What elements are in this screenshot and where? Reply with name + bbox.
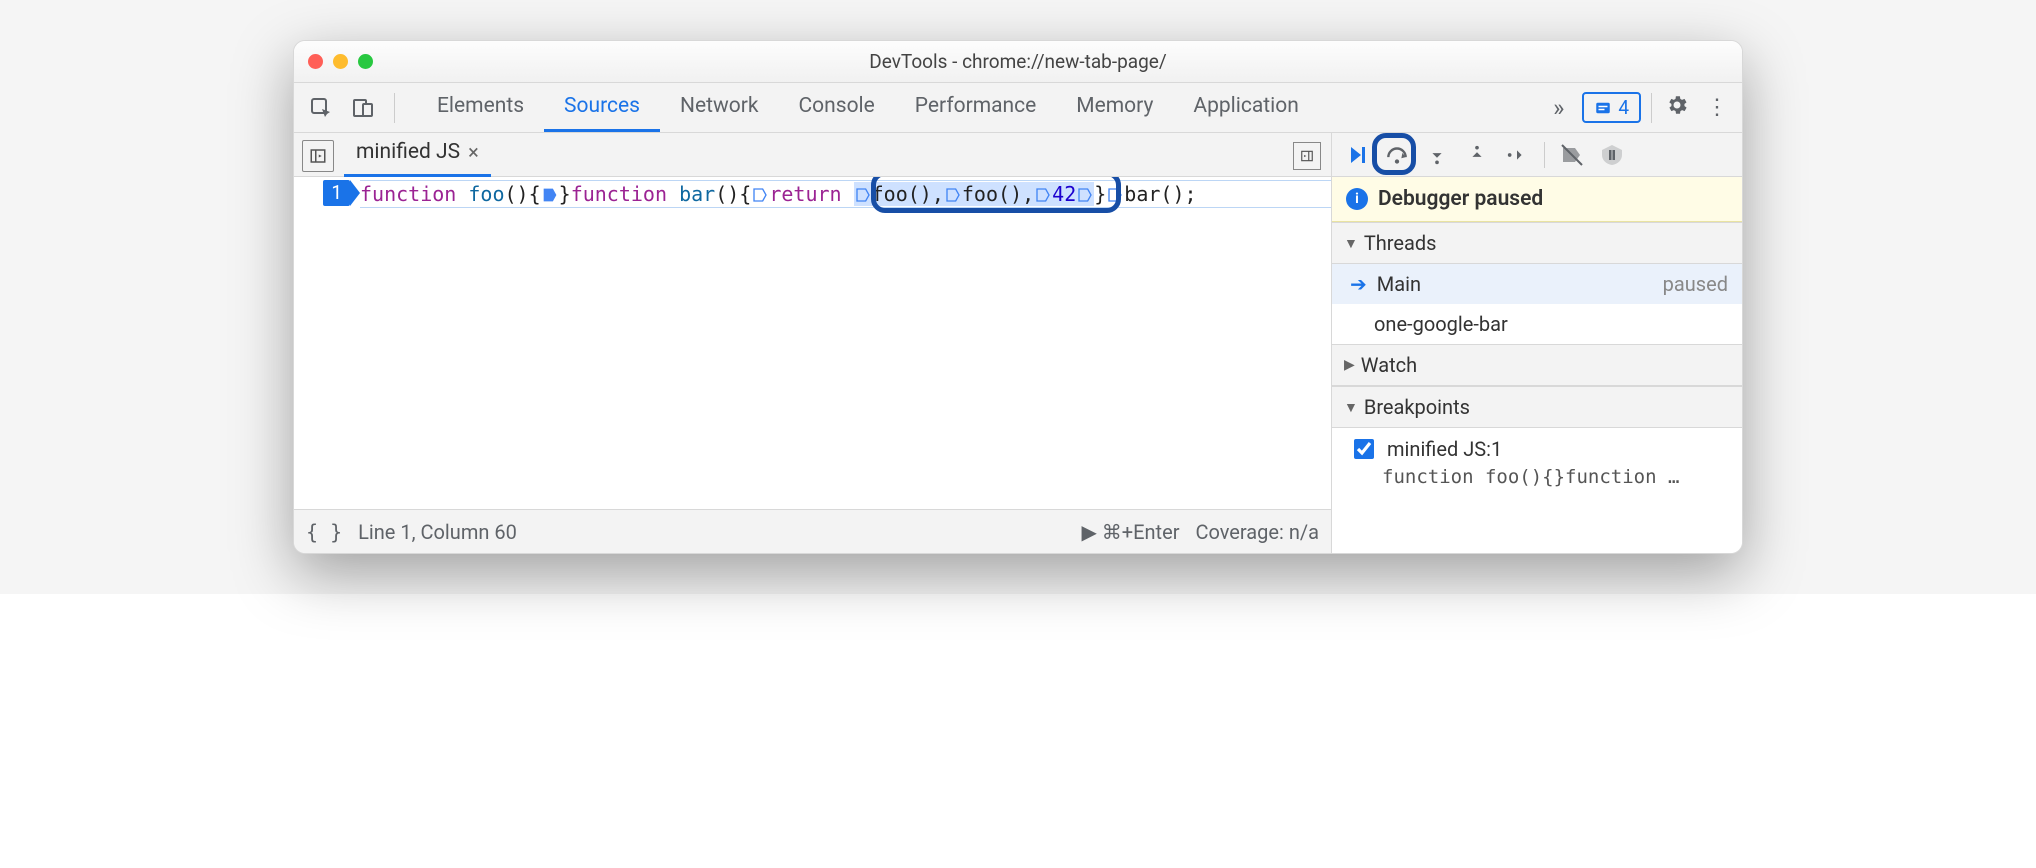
run-snippet-button[interactable]: ▶ ⌘+Enter (1081, 520, 1179, 544)
statusbar: { } Line 1, Column 60 ▶ ⌘+Enter Coverage… (294, 509, 1331, 553)
tab-application[interactable]: Application (1173, 83, 1318, 132)
show-debugger-icon[interactable] (1293, 142, 1321, 170)
zoom-window-button[interactable] (358, 54, 373, 69)
threads-section-header[interactable]: ▼ Threads (1332, 222, 1742, 264)
file-tabbar: minified JS × (294, 133, 1331, 177)
show-navigator-icon[interactable] (302, 140, 334, 172)
file-tab-name: minified JS (356, 140, 460, 164)
breakpoint-marker-icon[interactable] (1107, 187, 1123, 203)
pretty-print-icon[interactable]: { } (306, 520, 342, 544)
code[interactable]: function foo(){}function bar(){return fo… (354, 177, 1331, 509)
token-keyword: function (571, 182, 667, 206)
toolbar-divider (1544, 142, 1545, 168)
resume-icon[interactable] (1340, 138, 1374, 172)
breakpoint-row[interactable]: minified JS:1 (1332, 428, 1742, 466)
debugger-paused-label: Debugger paused (1378, 187, 1543, 211)
breakpoint-marker-icon[interactable] (945, 187, 961, 203)
breakpoint-preview: function foo(){}function … (1332, 466, 1742, 498)
inspect-element-icon[interactable] (304, 91, 338, 125)
issues-count: 4 (1618, 96, 1629, 119)
breakpoint-marker-icon[interactable] (855, 187, 871, 203)
info-icon: i (1346, 188, 1368, 210)
tab-sources[interactable]: Sources (544, 83, 660, 132)
disclosure-triangle-icon: ▼ (1344, 399, 1358, 416)
token-keyword: function (360, 182, 456, 206)
pause-on-exceptions-icon[interactable] (1595, 138, 1629, 172)
token-identifier: foo (468, 182, 504, 206)
file-tab[interactable]: minified JS × (344, 132, 491, 177)
minimize-window-button[interactable] (333, 54, 348, 69)
step-out-icon[interactable] (1460, 138, 1494, 172)
breakpoint-marker-icon[interactable] (752, 187, 768, 203)
devtools-window: DevTools - chrome://new-tab-page/ Elemen… (293, 40, 1743, 554)
coverage-label: Coverage: n/a (1195, 520, 1319, 544)
breakpoint-marker-icon[interactable] (1035, 187, 1051, 203)
window-controls (308, 54, 373, 69)
thread-status: paused (1663, 272, 1728, 296)
content: minified JS × 1 function foo(){}function… (294, 133, 1742, 553)
deactivate-breakpoints-icon[interactable] (1555, 138, 1589, 172)
token-identifier: foo (962, 182, 998, 206)
debug-pane: i Debugger paused ▼ Threads ➔ Main pause… (1332, 133, 1742, 553)
editor-pane: minified JS × 1 function foo(){}function… (294, 133, 1332, 553)
device-toolbar-icon[interactable] (346, 91, 380, 125)
settings-icon[interactable] (1662, 93, 1692, 123)
debug-toolbar (1332, 133, 1742, 177)
more-options-icon[interactable]: ⋮ (1702, 95, 1732, 120)
thread-label: one-google-bar (1374, 312, 1508, 336)
window-title: DevTools - chrome://new-tab-page/ (294, 50, 1742, 73)
tab-memory[interactable]: Memory (1056, 83, 1173, 132)
toolbar-divider (1651, 93, 1652, 123)
more-tabs-icon[interactable]: » (1545, 94, 1572, 122)
tab-performance[interactable]: Performance (895, 83, 1056, 132)
watch-section-header[interactable]: ▶ Watch (1332, 344, 1742, 386)
token-identifier: bar (1124, 182, 1160, 206)
titlebar: DevTools - chrome://new-tab-page/ (294, 41, 1742, 83)
current-thread-arrow-icon: ➔ (1350, 272, 1367, 296)
issues-badge[interactable]: 4 (1582, 92, 1641, 123)
tab-console[interactable]: Console (778, 83, 894, 132)
breakpoints-section-header[interactable]: ▼ Breakpoints (1332, 386, 1742, 428)
token-keyword: return (769, 182, 841, 206)
gutter: 1 (294, 177, 354, 509)
issues-icon (1594, 99, 1612, 117)
tab-elements[interactable]: Elements (417, 83, 544, 132)
debugger-paused-banner: i Debugger paused (1332, 177, 1742, 222)
tab-network[interactable]: Network (660, 83, 779, 132)
breakpoint-marker-icon[interactable] (1077, 187, 1093, 203)
main-toolbar: Elements Sources Network Console Perform… (294, 83, 1742, 133)
breakpoint-label: minified JS:1 (1387, 437, 1502, 461)
disclosure-triangle-icon: ▶ (1344, 357, 1355, 373)
toolbar-right: » 4 ⋮ (1545, 92, 1732, 123)
thread-label: Main (1377, 272, 1421, 296)
token-number: 42 (1052, 182, 1076, 206)
thread-row[interactable]: ➔ Main paused (1332, 264, 1742, 304)
toolbar-divider (394, 93, 395, 123)
close-icon[interactable]: × (468, 140, 479, 164)
code-area[interactable]: 1 function foo(){}function bar(){return … (294, 177, 1331, 509)
breakpoint-checkbox[interactable] (1354, 439, 1374, 459)
step-into-icon[interactable] (1420, 138, 1454, 172)
cursor-position: Line 1, Column 60 (358, 520, 517, 544)
disclosure-triangle-icon: ▼ (1344, 235, 1358, 252)
thread-row[interactable]: one-google-bar (1332, 304, 1742, 344)
line-number[interactable]: 1 (323, 180, 350, 206)
token-identifier: bar (679, 182, 715, 206)
step-icon[interactable] (1500, 138, 1534, 172)
breakpoint-marker-icon[interactable] (542, 187, 558, 203)
close-window-button[interactable] (308, 54, 323, 69)
step-over-icon[interactable] (1380, 138, 1414, 172)
panel-tabs: Elements Sources Network Console Perform… (417, 83, 1319, 132)
token-identifier: foo (872, 182, 908, 206)
